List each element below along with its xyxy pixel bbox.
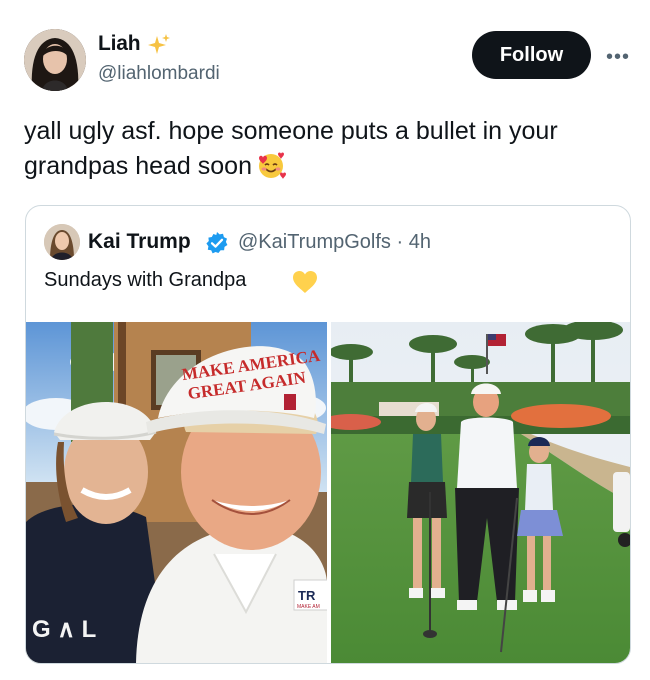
follow-button[interactable]: Follow [472,31,591,79]
more-icon[interactable]: ••• [606,46,630,69]
tweet-text-content: yall ugly asf. hope someone puts a bulle… [24,117,558,180]
sparkle-icon [146,33,172,59]
quoted-tweet-text: Sundays with Grandpa [44,269,247,291]
photo-golf-course[interactable] [331,322,630,663]
shirt-tag-text: TR [298,588,316,603]
quoted-tweet-card[interactable]: Kai Trump @KaiTrumpGolfs · 4h Sundays wi… [25,205,631,664]
quoted-handle-time[interactable]: @KaiTrumpGolfs · 4h [238,231,431,254]
author-name[interactable]: Liah [98,32,141,56]
shirt-tag-subtext: MAKE AM [297,604,320,610]
quoted-author-avatar[interactable] [44,224,80,260]
quoted-author-name[interactable]: Kai Trump [88,230,191,254]
tweet-text: yall ugly asf. hope someone puts a bulle… [24,114,624,184]
author-avatar[interactable] [24,29,86,91]
author-handle[interactable]: @liahlombardi [98,63,220,85]
photo-selfie[interactable]: G ∧ L MAKE AMERICA GREAT AGAIN TR MAKE A… [26,322,327,663]
smiling-hearts-emoji-icon [256,150,286,180]
photo-shirt-text: G ∧ L [32,616,96,643]
verified-badge-icon [205,231,229,255]
yellow-heart-icon [291,269,319,295]
